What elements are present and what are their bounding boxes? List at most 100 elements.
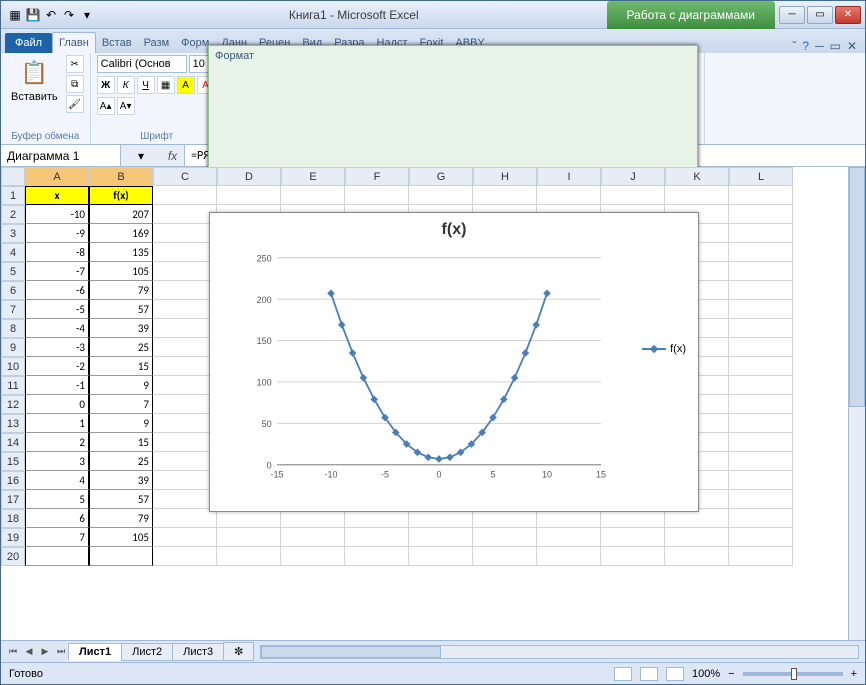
cell[interactable]: 3 bbox=[25, 452, 89, 471]
cell[interactable] bbox=[345, 528, 409, 547]
embedded-chart[interactable]: f(x) 050100150200250-15-10-5051015 f(x) bbox=[209, 212, 699, 512]
row-header[interactable]: 8 bbox=[1, 319, 25, 338]
cell[interactable]: 57 bbox=[89, 300, 153, 319]
row-header[interactable]: 11 bbox=[1, 376, 25, 395]
cell[interactable] bbox=[345, 547, 409, 566]
worksheet-area[interactable]: ABCDEFGHIJKL1xf(x)2-102073-91694-81355-7… bbox=[1, 167, 865, 640]
column-header[interactable]: E bbox=[281, 167, 345, 186]
cut-icon[interactable]: ✂ bbox=[66, 55, 84, 73]
cell[interactable] bbox=[729, 547, 793, 566]
vertical-scrollbar[interactable] bbox=[848, 167, 865, 640]
cell[interactable] bbox=[537, 186, 601, 205]
column-header[interactable]: H bbox=[473, 167, 537, 186]
font-name-combo[interactable]: Calibri (Основ bbox=[97, 55, 187, 73]
close-button[interactable]: ✕ bbox=[835, 6, 861, 24]
cell[interactable] bbox=[153, 395, 217, 414]
horizontal-scroll-thumb[interactable] bbox=[261, 646, 441, 658]
cell[interactable] bbox=[153, 452, 217, 471]
horizontal-scrollbar[interactable] bbox=[260, 645, 859, 659]
cell[interactable] bbox=[729, 300, 793, 319]
cell[interactable] bbox=[729, 471, 793, 490]
cell[interactable] bbox=[153, 205, 217, 224]
cell[interactable] bbox=[153, 243, 217, 262]
cell[interactable] bbox=[729, 338, 793, 357]
cell[interactable] bbox=[729, 205, 793, 224]
row-header[interactable]: 18 bbox=[1, 509, 25, 528]
cell[interactable] bbox=[409, 547, 473, 566]
column-header[interactable]: J bbox=[601, 167, 665, 186]
cell[interactable] bbox=[153, 509, 217, 528]
column-header[interactable]: G bbox=[409, 167, 473, 186]
cell[interactable] bbox=[729, 376, 793, 395]
cell[interactable] bbox=[409, 528, 473, 547]
sheet-tab-2[interactable]: Лист2 bbox=[121, 643, 173, 661]
cell[interactable]: -6 bbox=[25, 281, 89, 300]
cell[interactable] bbox=[153, 319, 217, 338]
cell[interactable]: 9 bbox=[89, 376, 153, 395]
cell[interactable] bbox=[729, 414, 793, 433]
cell[interactable]: 7 bbox=[25, 528, 89, 547]
chart-plot-area[interactable]: 050100150200250-15-10-5051015 bbox=[250, 253, 610, 483]
cell[interactable] bbox=[153, 547, 217, 566]
cell[interactable]: 5 bbox=[25, 490, 89, 509]
row-header[interactable]: 9 bbox=[1, 338, 25, 357]
name-box[interactable]: Диаграмма 1 bbox=[1, 145, 121, 166]
fill-color-button[interactable]: A bbox=[177, 76, 195, 94]
minimize-button[interactable]: ─ bbox=[779, 6, 805, 24]
save-icon[interactable]: 💾 bbox=[25, 7, 41, 23]
italic-button[interactable]: К bbox=[117, 76, 135, 94]
tab-insert[interactable]: Встав bbox=[96, 33, 138, 53]
cell[interactable] bbox=[153, 376, 217, 395]
mdi-minimize-icon[interactable]: ─ bbox=[815, 39, 824, 53]
cell[interactable]: x bbox=[25, 186, 89, 205]
sheet-nav-next-icon[interactable]: ▶ bbox=[37, 644, 53, 660]
cell[interactable]: 169 bbox=[89, 224, 153, 243]
mdi-restore-icon[interactable]: ▭ bbox=[830, 39, 841, 53]
cell[interactable] bbox=[729, 452, 793, 471]
cell[interactable]: 6 bbox=[25, 509, 89, 528]
format-painter-icon[interactable]: 🖌 bbox=[66, 95, 84, 113]
cell[interactable]: -9 bbox=[25, 224, 89, 243]
cell[interactable] bbox=[601, 547, 665, 566]
page-break-view-button[interactable] bbox=[666, 667, 684, 681]
row-header[interactable]: 15 bbox=[1, 452, 25, 471]
normal-view-button[interactable] bbox=[614, 667, 632, 681]
row-header[interactable]: 6 bbox=[1, 281, 25, 300]
cell[interactable] bbox=[537, 547, 601, 566]
copy-icon[interactable]: ⧉ bbox=[66, 75, 84, 93]
cell[interactable] bbox=[153, 262, 217, 281]
cell[interactable]: 39 bbox=[89, 471, 153, 490]
cell[interactable]: -2 bbox=[25, 357, 89, 376]
cell[interactable] bbox=[729, 281, 793, 300]
cell[interactable]: 105 bbox=[89, 528, 153, 547]
cell[interactable]: 25 bbox=[89, 338, 153, 357]
vertical-scroll-thumb[interactable] bbox=[849, 167, 865, 407]
cell[interactable] bbox=[473, 528, 537, 547]
cell[interactable] bbox=[153, 528, 217, 547]
cell[interactable]: 39 bbox=[89, 319, 153, 338]
cell[interactable] bbox=[473, 547, 537, 566]
chart-legend[interactable]: f(x) bbox=[642, 343, 686, 355]
column-header[interactable]: C bbox=[153, 167, 217, 186]
cell[interactable] bbox=[153, 490, 217, 509]
cell[interactable]: 1 bbox=[25, 414, 89, 433]
cell[interactable] bbox=[25, 547, 89, 566]
tab-home[interactable]: Главн bbox=[52, 32, 96, 53]
cell[interactable] bbox=[153, 224, 217, 243]
cell[interactable]: 4 bbox=[25, 471, 89, 490]
cell[interactable] bbox=[153, 300, 217, 319]
cell[interactable] bbox=[729, 528, 793, 547]
ribbon-minimize-icon[interactable]: ˇ bbox=[792, 39, 796, 53]
cell[interactable] bbox=[281, 528, 345, 547]
fx-button[interactable]: fx bbox=[161, 145, 185, 166]
cell[interactable]: 7 bbox=[89, 395, 153, 414]
cell[interactable] bbox=[537, 528, 601, 547]
row-header[interactable]: 12 bbox=[1, 395, 25, 414]
column-header[interactable]: K bbox=[665, 167, 729, 186]
cell[interactable]: 79 bbox=[89, 281, 153, 300]
mdi-close-icon[interactable]: ✕ bbox=[847, 39, 857, 53]
row-header[interactable]: 4 bbox=[1, 243, 25, 262]
cell[interactable] bbox=[281, 186, 345, 205]
cell[interactable] bbox=[729, 224, 793, 243]
zoom-slider[interactable] bbox=[743, 672, 843, 676]
